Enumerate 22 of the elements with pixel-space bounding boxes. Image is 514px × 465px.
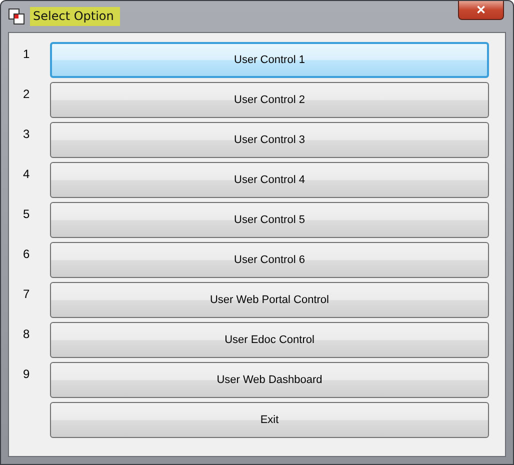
option-number: 7 bbox=[23, 287, 30, 301]
option-button[interactable]: User Control 5 bbox=[50, 202, 489, 238]
option-number: 6 bbox=[23, 247, 30, 261]
window-title: Select Option bbox=[30, 7, 120, 26]
option-number: 5 bbox=[23, 207, 30, 221]
option-number: 4 bbox=[23, 167, 30, 181]
option-button[interactable]: User Control 2 bbox=[50, 82, 489, 118]
option-button[interactable]: User Control 3 bbox=[50, 122, 489, 158]
option-button[interactable]: User Web Portal Control bbox=[50, 282, 489, 318]
option-number: 2 bbox=[23, 87, 30, 101]
close-button[interactable]: ✕ bbox=[458, 1, 504, 20]
option-button[interactable]: Exit bbox=[50, 402, 489, 438]
option-button[interactable]: User Web Dashboard bbox=[50, 362, 489, 398]
option-button[interactable]: User Control 4 bbox=[50, 162, 489, 198]
option-number: 9 bbox=[23, 367, 30, 381]
option-button[interactable]: User Edoc Control bbox=[50, 322, 489, 358]
windows-icon bbox=[8, 8, 26, 26]
option-button[interactable]: User Control 1 bbox=[50, 42, 489, 78]
option-button[interactable]: User Control 6 bbox=[50, 242, 489, 278]
option-number: 8 bbox=[23, 327, 30, 341]
option-number: 3 bbox=[23, 127, 30, 141]
option-number: 1 bbox=[23, 47, 30, 61]
